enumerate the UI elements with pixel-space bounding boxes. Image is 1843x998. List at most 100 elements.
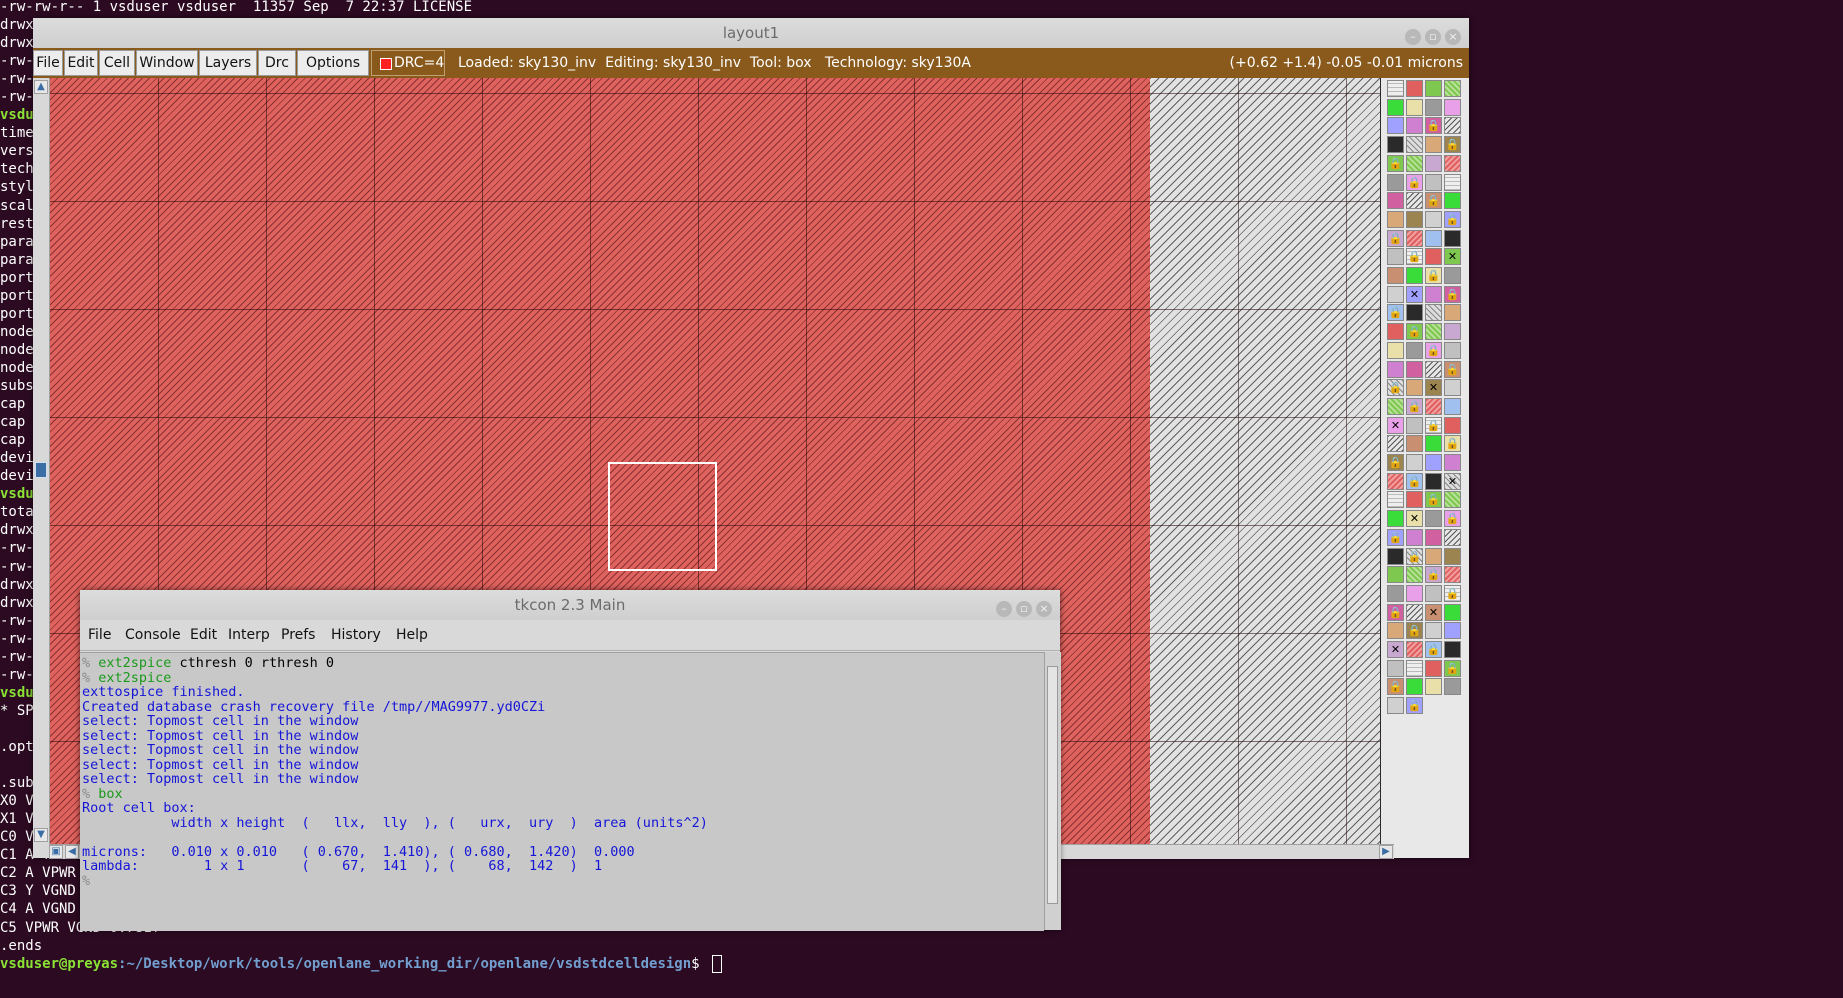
menu-drc[interactable]: Drc — [258, 50, 296, 76]
layer-swatch[interactable] — [1387, 397, 1404, 415]
layer-swatch[interactable]: 🔒 — [1406, 248, 1423, 266]
layer-swatch[interactable]: ✕ — [1387, 416, 1404, 434]
layer-swatch[interactable]: 🔒 — [1387, 678, 1404, 696]
layer-swatch[interactable]: ✕ — [1444, 472, 1461, 490]
layer-swatch[interactable] — [1406, 117, 1423, 135]
layer-swatch[interactable] — [1406, 641, 1423, 658]
layout-window-titlebar[interactable]: layout1 – ▫ × — [33, 18, 1469, 48]
tk-menu-file[interactable]: File — [88, 620, 111, 650]
layer-swatch[interactable]: ✕ — [1444, 248, 1461, 266]
layer-swatch[interactable] — [1406, 435, 1423, 453]
layer-swatch[interactable] — [1444, 416, 1461, 434]
layer-swatch[interactable] — [1387, 566, 1404, 584]
menu-cell[interactable]: Cell — [99, 50, 135, 76]
scroll-right-arrow-icon[interactable]: ▶ — [1379, 845, 1393, 859]
layer-swatch[interactable] — [1425, 285, 1442, 303]
close-button[interactable]: × — [1445, 29, 1461, 45]
tkcon-scroll-thumb[interactable] — [1047, 666, 1058, 904]
layer-swatch[interactable]: 🔒 — [1444, 136, 1461, 154]
layer-swatch[interactable] — [1387, 547, 1404, 565]
scroll-corner-icon[interactable]: ▣ — [49, 845, 63, 859]
layer-swatch[interactable] — [1387, 697, 1404, 715]
layer-swatch[interactable] — [1425, 397, 1442, 415]
vertical-scroll-thumb[interactable] — [35, 462, 47, 478]
layer-swatch[interactable] — [1406, 360, 1423, 378]
tkcon-scrollbar[interactable] — [1044, 652, 1061, 930]
layer-swatch[interactable] — [1444, 323, 1461, 341]
layer-palette[interactable]: 🔒 🔒 🔒 🔒 🔒 🔒 🔒 🔒 ✕ 🔒 ✕ 🔒 🔒 🔒 🔒 🔒 🔒 ✕ 🔒 ✕ 🔒 🔒 🔒 🔒 ✕ 🔒 ✕ 🔒 🔒 🔒 🔒 🔒 🔒 ✕ 🔒 ✕ 🔒 🔒 🔒 🔒 — [1381, 78, 1469, 844]
layer-swatch[interactable] — [1387, 435, 1404, 453]
layer-swatch[interactable] — [1406, 210, 1423, 228]
tk-menu-interp[interactable]: Interp — [228, 620, 270, 650]
layer-swatch[interactable]: 🔒 — [1406, 547, 1423, 565]
layer-swatch[interactable] — [1387, 210, 1404, 228]
layer-swatch[interactable] — [1406, 566, 1423, 584]
layer-swatch[interactable] — [1406, 98, 1423, 116]
menu-layers[interactable]: Layers — [199, 50, 257, 76]
cursor-box[interactable] — [608, 462, 717, 571]
layer-swatch[interactable] — [1444, 547, 1461, 565]
layer-swatch[interactable] — [1387, 192, 1404, 210]
minimize-button[interactable]: – — [1405, 29, 1421, 45]
layer-swatch[interactable]: 🔒 — [1425, 267, 1442, 284]
scroll-down-arrow-icon[interactable]: ▼ — [34, 828, 48, 842]
layer-swatch[interactable]: 🔒 — [1387, 229, 1404, 247]
tk-menu-history[interactable]: History — [331, 620, 381, 650]
layer-swatch[interactable] — [1444, 98, 1461, 116]
layer-swatch[interactable] — [1406, 603, 1423, 621]
layer-swatch[interactable] — [1425, 173, 1442, 191]
layer-swatch[interactable] — [1425, 323, 1442, 341]
layer-swatch[interactable] — [1444, 603, 1461, 621]
layer-swatch[interactable] — [1406, 154, 1423, 172]
layer-swatch[interactable] — [1387, 491, 1404, 509]
layer-swatch[interactable] — [1406, 192, 1423, 210]
menu-window[interactable]: Window — [136, 50, 198, 76]
layer-swatch[interactable]: 🔒 — [1387, 154, 1404, 172]
layer-swatch[interactable] — [1406, 267, 1423, 284]
layer-swatch[interactable] — [1406, 136, 1423, 154]
layer-swatch[interactable] — [1444, 267, 1461, 284]
terminal-prompt[interactable]: vsduser@preyas:~/Desktop/work/tools/open… — [0, 955, 723, 973]
layer-swatch[interactable] — [1387, 659, 1404, 677]
layer-swatch[interactable] — [1406, 454, 1423, 471]
layer-swatch[interactable]: ✕ — [1406, 285, 1423, 303]
vertical-scrollbar[interactable]: ▲ ▼ — [33, 78, 50, 858]
menu-edit[interactable]: Edit — [64, 50, 98, 76]
minimize-button[interactable]: – — [996, 601, 1012, 617]
layer-swatch[interactable] — [1387, 323, 1404, 341]
layer-swatch[interactable] — [1444, 397, 1461, 415]
layer-swatch[interactable]: 🔒 — [1444, 659, 1461, 677]
layer-swatch[interactable] — [1387, 80, 1404, 97]
layer-swatch[interactable]: 🔒 — [1387, 454, 1404, 471]
layer-swatch[interactable] — [1425, 510, 1442, 528]
layer-swatch[interactable] — [1444, 379, 1461, 397]
layer-swatch[interactable]: 🔒 — [1406, 697, 1423, 715]
layer-swatch[interactable]: 🔒 — [1444, 210, 1461, 228]
layer-swatch[interactable]: 🔒 — [1425, 641, 1442, 658]
layer-swatch[interactable]: 🔒 — [1387, 304, 1404, 322]
layer-swatch[interactable] — [1425, 136, 1442, 154]
tk-menu-edit[interactable]: Edit — [190, 620, 217, 650]
layer-swatch[interactable]: 🔒 — [1444, 435, 1461, 453]
layer-swatch[interactable] — [1425, 248, 1442, 266]
layer-swatch[interactable] — [1387, 584, 1404, 602]
layer-swatch[interactable]: ✕ — [1425, 379, 1442, 397]
layer-swatch[interactable] — [1387, 136, 1404, 154]
layer-swatch[interactable] — [1425, 229, 1442, 247]
maximize-button[interactable]: ▫ — [1425, 29, 1441, 45]
drc-count-button[interactable]: DRC=4 — [371, 50, 445, 76]
layer-swatch[interactable] — [1425, 454, 1442, 471]
layer-swatch[interactable] — [1444, 566, 1461, 584]
layer-swatch[interactable] — [1387, 267, 1404, 284]
scroll-up-arrow-icon[interactable]: ▲ — [34, 80, 48, 94]
layer-swatch[interactable] — [1444, 117, 1461, 135]
layer-swatch[interactable] — [1444, 80, 1461, 97]
layer-swatch[interactable]: 🔒 — [1406, 173, 1423, 191]
layer-swatch[interactable] — [1444, 678, 1461, 696]
tkcon-titlebar[interactable]: tkcon 2.3 Main – ▫ × — [80, 590, 1060, 620]
layer-swatch[interactable] — [1387, 248, 1404, 266]
layer-swatch[interactable] — [1444, 173, 1461, 191]
layer-swatch[interactable] — [1444, 341, 1461, 359]
layer-swatch[interactable] — [1387, 98, 1404, 116]
layer-swatch[interactable] — [1406, 304, 1423, 322]
